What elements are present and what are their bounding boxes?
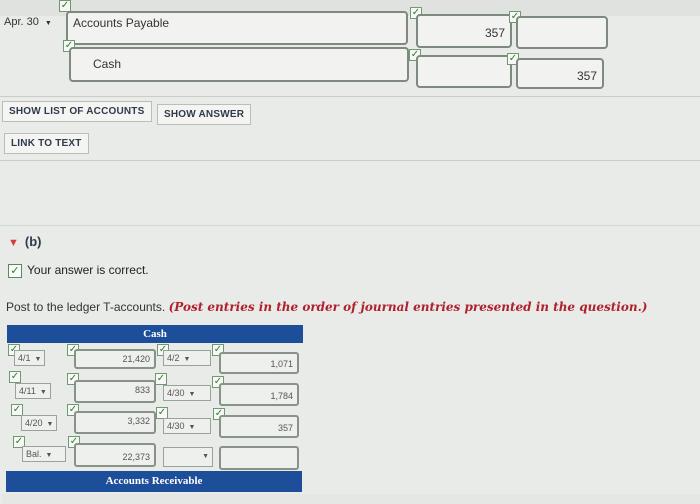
cash-row2-date[interactable]: 4/11 ▼: [15, 383, 51, 399]
credit-field-2[interactable]: 357: [516, 58, 604, 89]
cash-row3-credit-date[interactable]: 4/30 ▼: [163, 418, 211, 434]
cash-row1-credit[interactable]: 1,071: [219, 352, 299, 374]
caret-down-icon: ▼: [8, 237, 19, 249]
account-field-2[interactable]: Cash: [69, 47, 409, 82]
cash-balance-label[interactable]: Bal. ▼: [22, 446, 66, 462]
cash-row2-credit-date[interactable]: 4/30 ▼: [163, 385, 211, 401]
account-field-1[interactable]: Accounts Payable: [66, 11, 408, 45]
debit-field-1[interactable]: 357: [416, 14, 512, 48]
divider: [0, 225, 700, 226]
chevron-down-icon: ▼: [188, 424, 196, 431]
cash-row3-debit[interactable]: 3,332: [74, 411, 156, 434]
chevron-down-icon: ▼: [46, 421, 54, 428]
instruction: Post to the ledger T-accounts. (Post ent…: [6, 300, 696, 314]
credit-field-2-value: 357: [576, 69, 597, 83]
divider: [0, 160, 700, 161]
cash-account-title: Cash: [7, 325, 303, 343]
instruction-emphasis: (Post entries in the order of journal en…: [168, 300, 648, 314]
cash-balance-amount[interactable]: 22,373: [74, 443, 156, 467]
cash-row2-date-value: 4/11: [19, 386, 36, 396]
chevron-down-icon: ▼: [202, 453, 209, 460]
date-select[interactable]: Apr. 30 ▼: [0, 14, 56, 30]
cash-row1-credit-date-value: 4/2: [167, 353, 180, 363]
status-message: ✓ Your answer is correct.: [8, 263, 149, 278]
check-icon: ✓: [8, 263, 22, 278]
chevron-down-icon: ▼: [183, 356, 191, 363]
status-text: Your answer is correct.: [27, 263, 149, 277]
cash-row3-credit-value: 357: [277, 423, 293, 433]
date-value: Apr. 30: [4, 16, 39, 28]
show-answer-button[interactable]: SHOW ANSWER: [157, 104, 252, 125]
chevron-down-icon: ▼: [188, 391, 196, 398]
account-field-1-value: Accounts Payable: [73, 16, 170, 30]
cash-row4-credit-date[interactable]: ▼: [163, 447, 213, 467]
instruction-plain: Post to the ledger T-accounts.: [6, 300, 166, 314]
cash-row3-debit-value: 3,332: [127, 416, 150, 426]
account-field-2-value: Cash: [93, 57, 122, 71]
debit-field-2[interactable]: [416, 55, 512, 88]
check-icon: ✓: [155, 373, 167, 385]
cash-row2-debit-value: 833: [134, 385, 150, 395]
cash-row2-debit[interactable]: 833: [74, 380, 156, 403]
cash-row1-date[interactable]: 4/1 ▼: [14, 350, 46, 366]
debit-field-1-value: 357: [484, 26, 505, 40]
cash-row2-credit-value: 1,784: [270, 391, 293, 401]
cash-row3-credit[interactable]: 357: [219, 415, 299, 438]
chevron-down-icon: ▼: [44, 20, 52, 27]
show-list-button[interactable]: SHOW LIST OF ACCOUNTS: [2, 101, 152, 122]
chevron-down-icon: ▼: [39, 389, 47, 396]
ar-row-hint: [2, 494, 700, 504]
cash-row1-debit-value: 21,420: [122, 354, 150, 364]
cash-balance-label-value: Bal.: [26, 449, 42, 459]
cash-row4-credit[interactable]: [219, 446, 299, 470]
part-b-header[interactable]: ▼ (b): [8, 234, 42, 249]
cash-row2-credit[interactable]: 1,784: [219, 383, 299, 406]
link-to-text-button[interactable]: LINK TO TEXT: [4, 133, 89, 154]
cash-row1-credit-value: 1,071: [270, 359, 293, 369]
part-b-label: (b): [24, 234, 42, 249]
cash-row1-debit[interactable]: 21,420: [74, 349, 156, 369]
cash-row3-date[interactable]: 4/20 ▼: [21, 415, 58, 431]
cash-balance-amount-value: 22,373: [122, 452, 150, 462]
cash-row3-date-value: 4/20: [25, 418, 43, 428]
cash-row3-credit-date-value: 4/30: [167, 421, 185, 431]
cash-row1-date-value: 4/1: [18, 353, 31, 363]
credit-field-1[interactable]: [516, 16, 608, 49]
divider: [0, 96, 700, 97]
cash-row2-credit-date-value: 4/30: [167, 388, 185, 398]
cash-row1-credit-date[interactable]: 4/2 ▼: [163, 350, 211, 366]
check-icon: ✓: [9, 371, 21, 383]
chevron-down-icon: ▼: [34, 356, 42, 363]
chevron-down-icon: ▼: [45, 452, 53, 459]
ar-account-title: Accounts Receivable: [6, 471, 302, 492]
